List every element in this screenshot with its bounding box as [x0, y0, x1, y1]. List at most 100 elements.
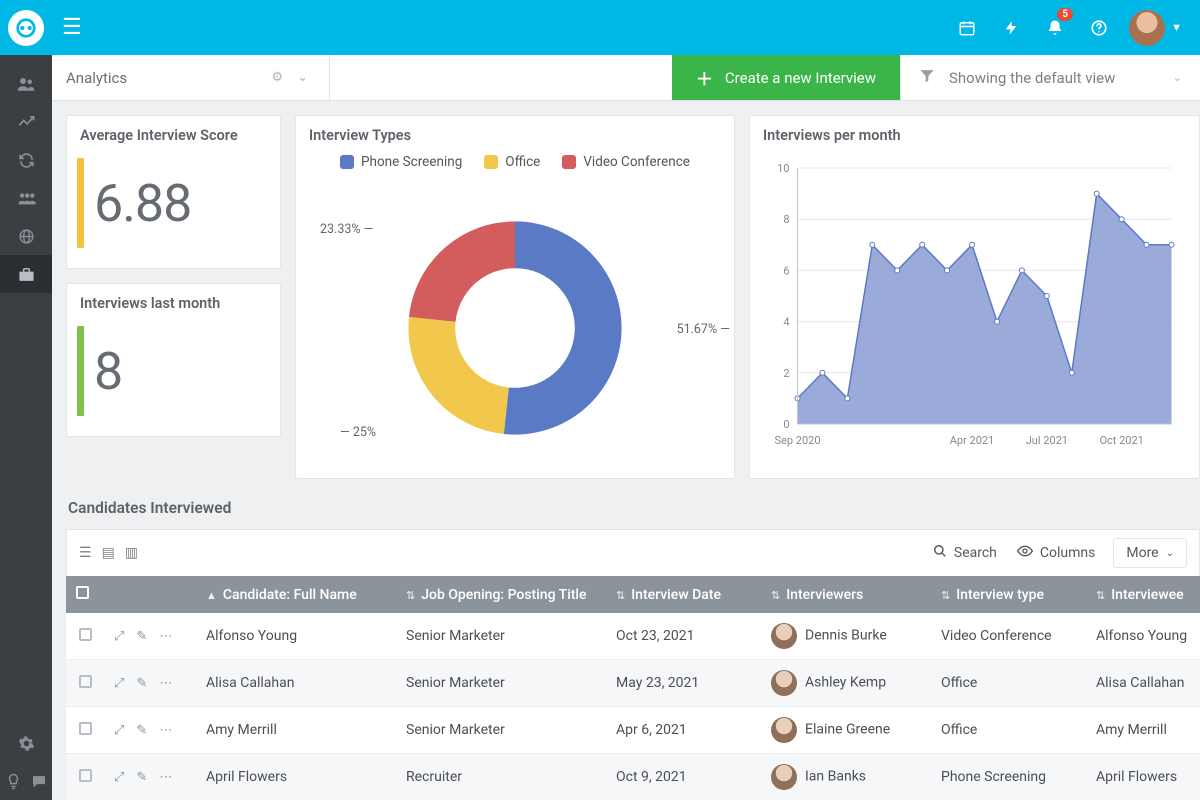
header-job[interactable]: ⇅Job Opening: Posting Title — [396, 576, 606, 613]
bolt-icon[interactable] — [989, 0, 1033, 55]
interviewer-avatar — [771, 670, 797, 696]
menu-toggle-icon[interactable]: ☰ — [54, 11, 90, 44]
cell-date: Oct 9, 2021 — [606, 754, 761, 800]
view-kanban-icon[interactable]: ▥ — [125, 545, 138, 561]
svg-text:8: 8 — [783, 213, 789, 226]
table-row[interactable]: ⤢✎⋯April FlowersRecruiterOct 9, 2021Ian … — [66, 754, 1200, 800]
kpi-accent-bar — [77, 326, 84, 416]
rail-analytics-icon[interactable] — [0, 103, 52, 141]
donut-slice-label: — 25% — [340, 425, 376, 440]
view-selector-label: Showing the default view — [949, 69, 1159, 87]
row-checkbox[interactable] — [79, 769, 92, 782]
table-row[interactable]: ⤢✎⋯Amy MerrillSenior MarketerApr 6, 2021… — [66, 707, 1200, 754]
row-checkbox[interactable] — [79, 628, 92, 641]
content-area: Average Interview Score 6.88 Interviews … — [52, 101, 1200, 800]
cell-job: Senior Marketer — [396, 613, 606, 660]
cell-date: Oct 23, 2021 — [606, 613, 761, 660]
user-avatar[interactable] — [1129, 10, 1165, 46]
header-date[interactable]: ⇅Interview Date — [606, 576, 761, 613]
svg-text:Oct 2021: Oct 2021 — [1099, 434, 1143, 447]
page-subheader: Analytics ⚙ ⌄ ＋ Create a new Interview S… — [52, 55, 1200, 101]
plus-icon: ＋ — [696, 65, 713, 90]
header-interviewee[interactable]: ⇅Interviewee — [1086, 576, 1200, 613]
search-button[interactable]: Search — [923, 538, 1007, 568]
user-menu-caret-icon[interactable]: ▼ — [1171, 21, 1182, 34]
svg-text:Jul 2021: Jul 2021 — [1026, 434, 1068, 447]
interviewer-avatar — [771, 764, 797, 790]
edit-icon[interactable]: ✎ — [136, 629, 147, 644]
legend-item[interactable]: Office — [484, 154, 540, 170]
header-name[interactable]: ▲Candidate: Full Name — [196, 576, 396, 613]
expand-icon[interactable]: ⤢ — [114, 629, 124, 644]
rail-team-icon[interactable] — [0, 179, 52, 217]
more-button[interactable]: More ⌄ — [1113, 538, 1187, 568]
rail-contacts-icon[interactable] — [0, 65, 52, 103]
app-logo[interactable] — [8, 10, 44, 46]
legend-item[interactable]: Video Conference — [562, 154, 690, 170]
cell-date: Apr 6, 2021 — [606, 707, 761, 754]
rail-chat-icon[interactable] — [26, 762, 52, 800]
more-icon[interactable]: ⋯ — [159, 770, 172, 785]
row-checkbox[interactable] — [79, 722, 92, 735]
view-cards-icon[interactable]: ▤ — [102, 545, 115, 561]
view-selector[interactable]: Showing the default view ⌄ — [900, 55, 1200, 100]
cell-name: Alfonso Young — [196, 613, 396, 660]
table-row[interactable]: ⤢ ✎ ⋯ Alisa CallahanSenior MarketerMay 23, … — [66, 660, 1200, 707]
header-checkbox[interactable] — [66, 576, 104, 613]
rail-idea-icon[interactable] — [0, 762, 26, 800]
view-list-icon[interactable]: ☰ — [79, 545, 92, 561]
cell-date: May 23, 2021 — [606, 660, 761, 707]
more-icon[interactable]: ⋯ — [159, 629, 172, 644]
swatch-icon — [562, 155, 576, 169]
columns-button[interactable]: Columns — [1007, 539, 1105, 567]
rail-settings-icon[interactable] — [0, 724, 52, 762]
notification-badge: 5 — [1057, 8, 1073, 21]
cell-name: Alisa Callahan — [196, 660, 396, 707]
rail-briefcase-icon[interactable] — [0, 255, 52, 293]
more-icon[interactable]: ⋯ — [159, 676, 172, 691]
expand-icon[interactable]: ⤢ — [114, 723, 124, 738]
cell-type: Video Conference — [931, 613, 1086, 660]
create-interview-button[interactable]: ＋ Create a new Interview — [672, 55, 900, 100]
kpi-last-month-card: Interviews last month 8 — [66, 283, 281, 437]
help-icon[interactable] — [1077, 0, 1121, 55]
table-row[interactable]: ⤢ ✎ ⋯ Alfonso YoungSenior MarketerOct 23, 2… — [66, 613, 1200, 660]
table-section-title: Candidates Interviewed — [66, 497, 1200, 529]
rail-globe-icon[interactable] — [0, 217, 52, 255]
calendar-icon[interactable] — [945, 0, 989, 55]
interviewer-avatar — [771, 623, 797, 649]
swatch-icon — [484, 155, 498, 169]
svg-text:4: 4 — [783, 316, 789, 329]
expand-icon[interactable]: ⤢ — [114, 676, 124, 691]
eye-icon — [1017, 545, 1033, 561]
candidates-table-section: Candidates Interviewed ☰ ▤ ▥ Search Colu… — [66, 497, 1200, 800]
line-chart: 0246810Sep 2020Apr 2021Jul 2021Oct 2021 — [750, 152, 1199, 476]
page-title-caret-icon[interactable]: ⌄ — [290, 70, 315, 85]
donut-slice-label: 23.33% — — [320, 222, 373, 237]
view-selector-caret-icon: ⌄ — [1173, 71, 1182, 84]
candidates-table: ▲Candidate: Full Name ⇅Job Opening: Post… — [66, 576, 1200, 800]
header-type[interactable]: ⇅Interview type — [931, 576, 1086, 613]
edit-icon[interactable]: ✎ — [136, 723, 147, 738]
svg-text:0: 0 — [783, 418, 789, 431]
header-interviewers[interactable]: ⇅Interviewers — [761, 576, 931, 613]
create-button-label: Create a new Interview — [725, 69, 876, 87]
page-settings-icon[interactable]: ⚙ — [264, 70, 290, 85]
table-toolbar: ☰ ▤ ▥ Search Columns More ⌄ — [66, 529, 1200, 576]
edit-icon[interactable]: ✎ — [136, 770, 147, 785]
kpi-avg-score-card: Average Interview Score 6.88 — [66, 115, 281, 269]
kpi-avg-value: 6.88 — [94, 173, 191, 234]
kpi-avg-title: Average Interview Score — [67, 116, 280, 152]
row-checkbox[interactable] — [79, 675, 92, 688]
edit-icon[interactable]: ✎ — [136, 676, 147, 691]
legend-item[interactable]: Phone Screening — [340, 154, 462, 170]
cell-interviewer: Dennis Burke — [761, 613, 931, 660]
rail-sync-icon[interactable] — [0, 141, 52, 179]
donut-chart: 51.67% — — 25% 23.33% — — [296, 178, 734, 478]
cell-job: Senior Marketer — [396, 660, 606, 707]
expand-icon[interactable]: ⤢ — [114, 770, 124, 785]
notifications-icon[interactable]: 5 — [1033, 0, 1077, 55]
interviews-per-month-card: Interviews per month 0246810Sep 2020Apr … — [749, 115, 1200, 479]
donut-title: Interview Types — [296, 116, 734, 152]
more-icon[interactable]: ⋯ — [159, 723, 172, 738]
